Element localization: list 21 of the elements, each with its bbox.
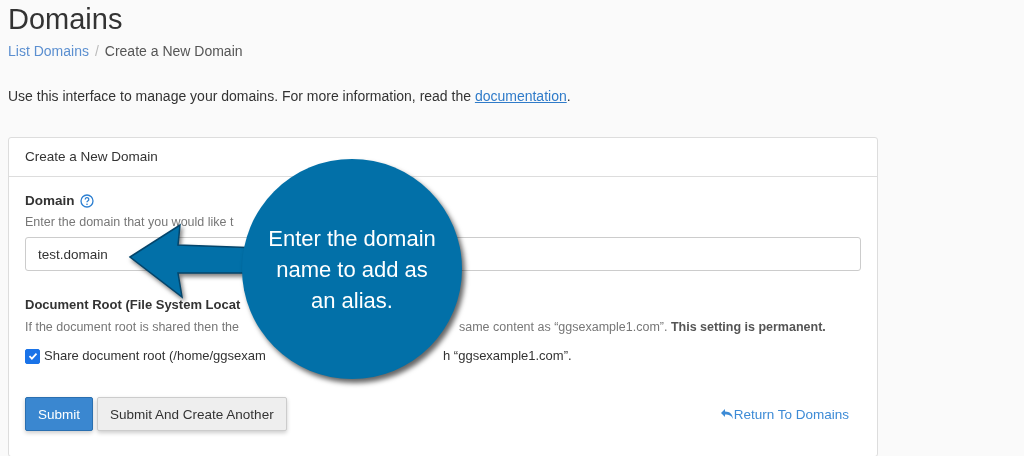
documentation-link[interactable]: documentation — [474, 88, 567, 104]
breadcrumb-current: Create a New Domain — [104, 42, 243, 61]
page-title: Domains — [8, 2, 124, 37]
breadcrumb-separator: / — [94, 42, 99, 61]
return-arrow-icon — [719, 408, 734, 420]
checkbox-label: h “ggsexample1.com”. — [443, 347, 572, 365]
checkbox-label: Share document root (/home/ggsexam — [44, 347, 266, 365]
field-hint: Enter the domain that you would like t — [25, 214, 235, 231]
checkmark-icon — [26, 350, 39, 362]
checkbox[interactable] — [25, 348, 40, 364]
field-hint: If the document root is shared then the — [25, 319, 240, 336]
help-icon[interactable] — [79, 194, 94, 208]
submit-button[interactable]: Submit — [25, 397, 94, 431]
field-label: Document Root (File System Locat — [25, 296, 241, 314]
submit-another-button[interactable]: Submit And Create Another — [97, 397, 287, 431]
intro-text: Use this interface to manage your domains. For more information, read the documentation. — [8, 87, 572, 106]
field-hint: same content as “ggsexample1.com”. This setting is permanent. — [459, 319, 826, 336]
breadcrumb-link[interactable]: List Domains — [8, 41, 89, 61]
return-link[interactable]: Return To Domains — [719, 406, 849, 422]
callout-text: Enter the domain name to add as an alias. — [267, 224, 437, 315]
field-label: Domain — [25, 192, 75, 210]
